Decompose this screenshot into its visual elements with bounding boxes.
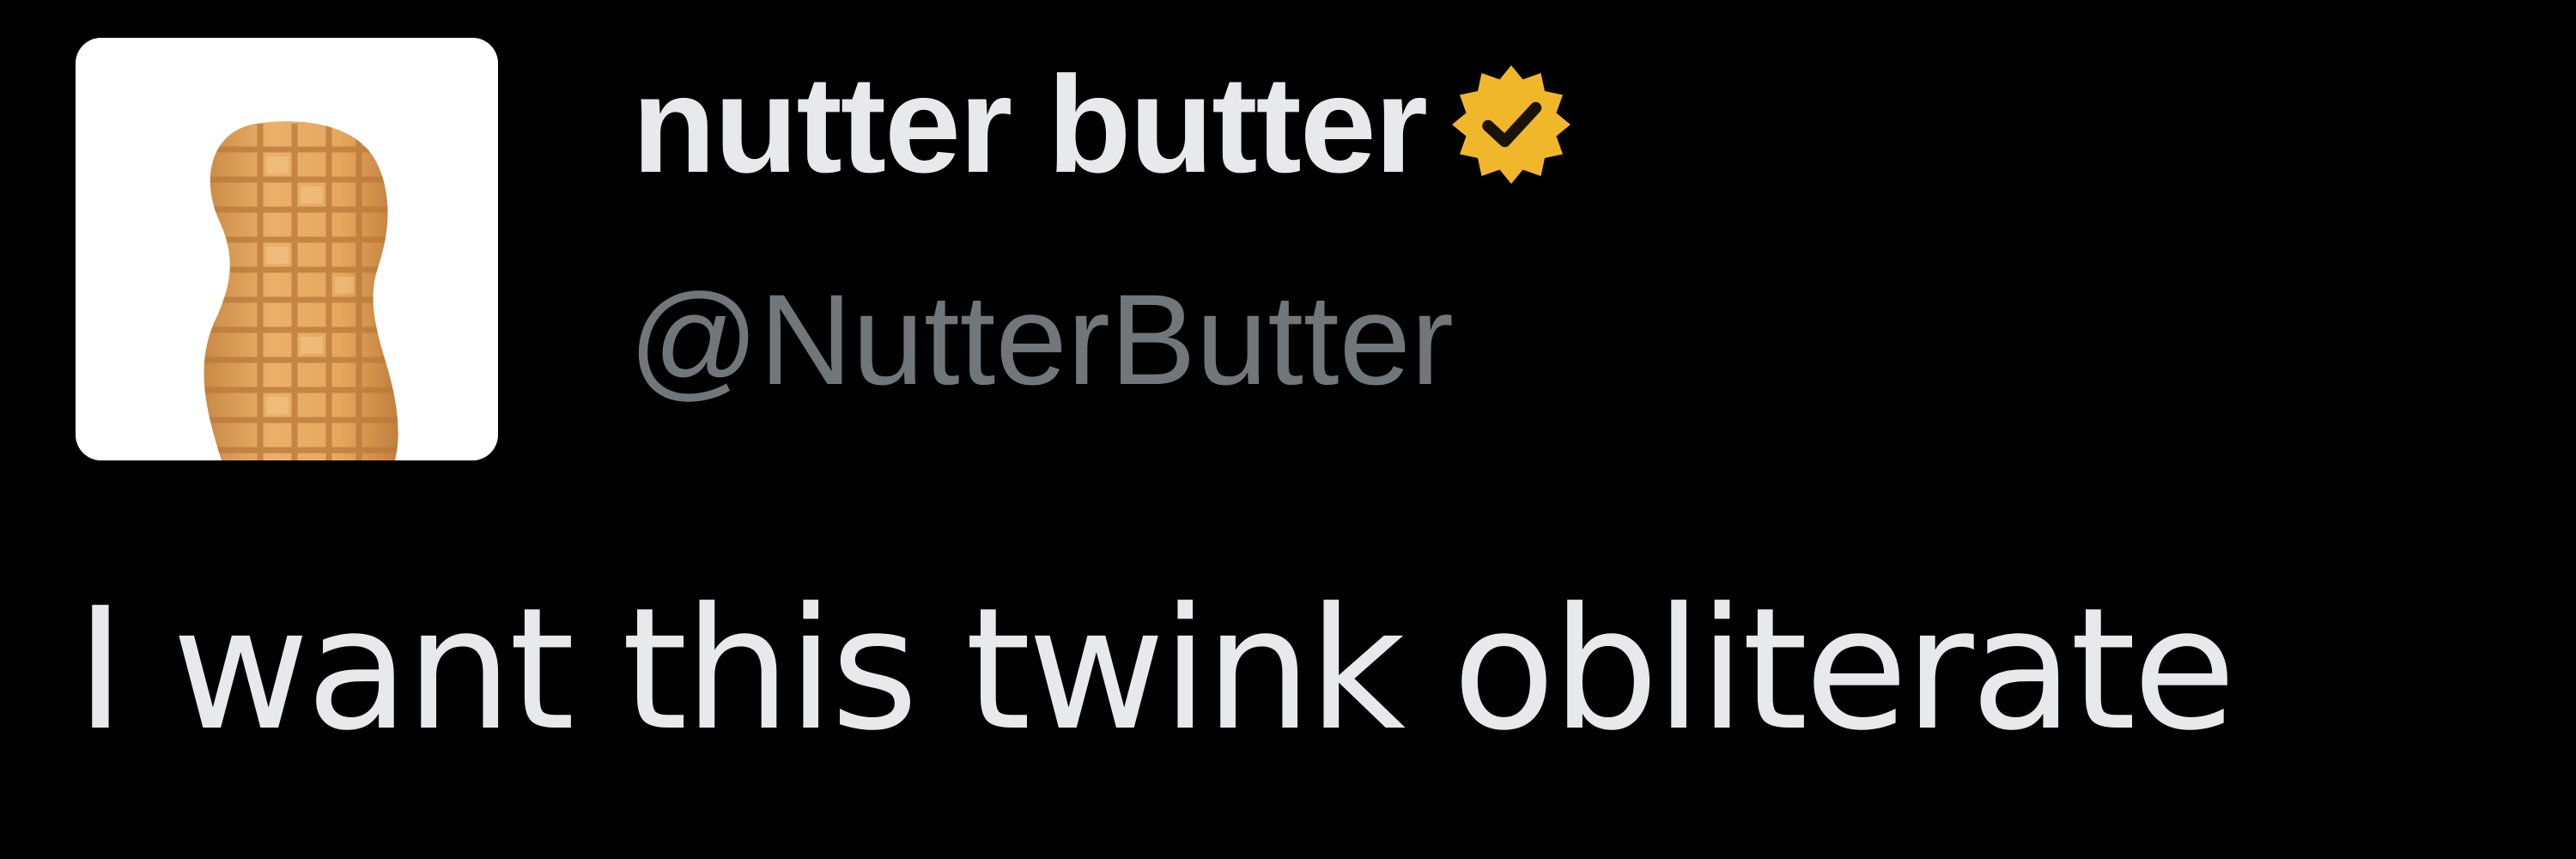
user-handle[interactable]: @NutterButter bbox=[629, 266, 1454, 412]
verified-badge-icon[interactable] bbox=[1447, 60, 1576, 189]
display-name[interactable]: nutter butter bbox=[632, 52, 1428, 198]
tweet-card: nutter butter @NutterButter I want this … bbox=[0, 0, 2576, 859]
peanut-cookie-icon bbox=[76, 38, 498, 460]
avatar[interactable] bbox=[76, 38, 498, 460]
tweet-text: I want this twink obliterate bbox=[76, 572, 2236, 768]
author-name-row: nutter butter bbox=[632, 52, 1576, 198]
